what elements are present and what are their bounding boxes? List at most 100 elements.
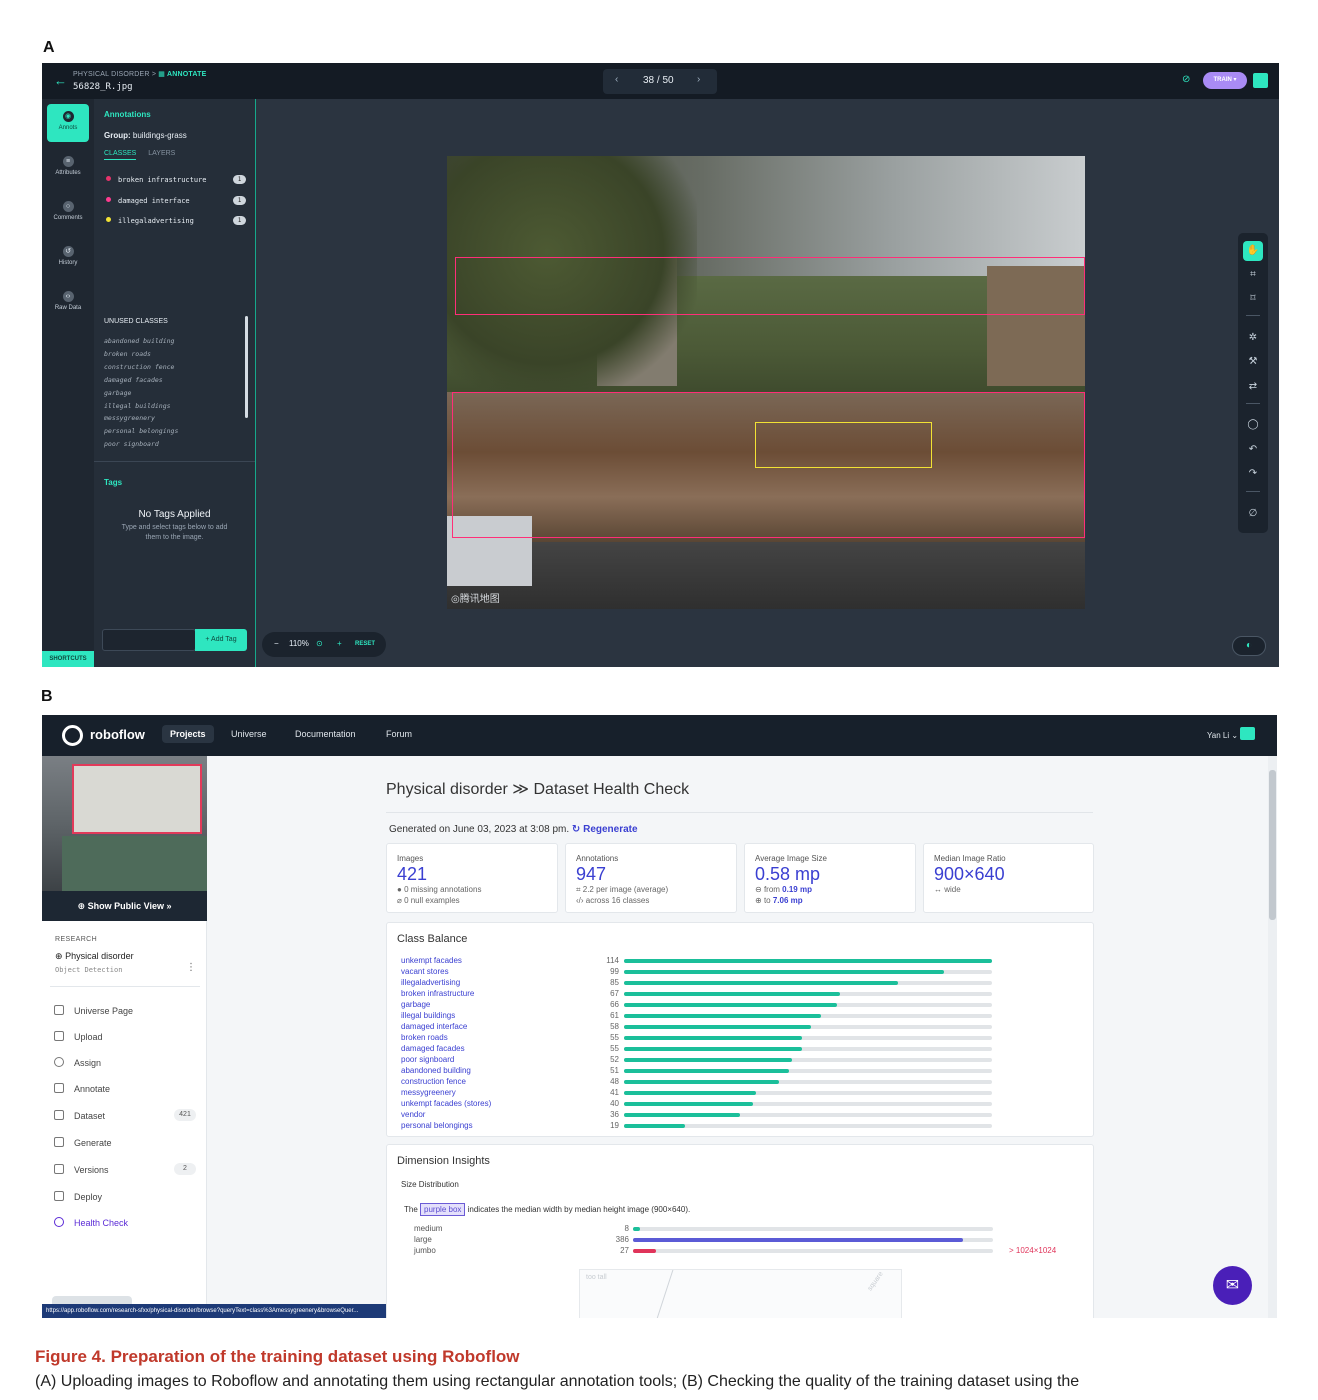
class-balance-label[interactable]: damaged facades — [401, 1044, 465, 1053]
class-color-dot — [106, 176, 111, 181]
show-public-view-button[interactable]: ⊕ Show Public View » — [42, 891, 207, 921]
unused-class-item[interactable]: construction fence — [104, 361, 178, 374]
magic-wand-icon[interactable]: ⚒ — [1246, 355, 1260, 369]
class-balance-card: Class Balance unkempt facades 114 vacant s… — [386, 922, 1094, 1137]
class-balance-label[interactable]: garbage — [401, 1000, 430, 1009]
zoom-out-button[interactable]: − — [274, 639, 279, 648]
sidebar-item-assign[interactable]: Assign — [54, 1057, 196, 1068]
upgrade-tab[interactable] — [52, 1296, 132, 1304]
nav-comments[interactable]: ○ Comments — [42, 201, 94, 221]
nav-raw-data[interactable]: ‹› Raw Data — [42, 291, 94, 311]
dimension-scatter-plot[interactable]: too tall square — [579, 1269, 902, 1318]
class-balance-bar — [624, 1091, 756, 1095]
more-options-icon[interactable]: ⋮ — [186, 962, 196, 973]
regenerate-link[interactable]: ↻ Regenerate — [572, 824, 638, 835]
breadcrumb-project[interactable]: PHYSICAL DISORDER — [73, 71, 150, 78]
user-avatar[interactable] — [1253, 73, 1268, 88]
chevron-right-icon[interactable]: › — [697, 74, 700, 85]
sidebar-item-generate[interactable]: Generate — [54, 1137, 196, 1148]
class-balance-label[interactable]: broken roads — [401, 1033, 448, 1042]
polygon-tool-icon[interactable]: ⌑ — [1246, 292, 1260, 306]
annotation-image[interactable]: ◎腾讯地图 — [447, 156, 1085, 609]
comment-tool-icon[interactable]: ◯ — [1246, 418, 1260, 432]
repeat-previous-icon[interactable]: ⇄ — [1246, 380, 1260, 394]
add-tag-button[interactable]: + Add Tag — [195, 629, 247, 651]
class-balance-label[interactable]: illegaladvertising — [401, 978, 460, 987]
hand-tool-icon[interactable]: ✋ — [1243, 241, 1263, 261]
nav-forum[interactable]: Forum — [386, 729, 412, 739]
class-balance-track — [624, 1014, 992, 1018]
stat-card-median-image-ratio: Median Image Ratio 900×640 ↔ wide — [923, 843, 1094, 913]
tab-classes[interactable]: CLASSES — [104, 150, 137, 160]
unused-class-item[interactable]: broken roads — [104, 348, 178, 361]
tag-input[interactable] — [102, 629, 196, 651]
size-category-count: 386 — [615, 1235, 629, 1244]
unused-class-item[interactable]: damaged facades — [104, 374, 178, 387]
dataset-icon — [54, 1110, 64, 1120]
smart-polygon-icon[interactable]: ✲ — [1246, 331, 1260, 345]
unused-class-item[interactable]: messygreenery — [104, 412, 178, 425]
class-item[interactable]: broken infrastructure 1 — [106, 175, 246, 184]
class-balance-label[interactable]: abandoned building — [401, 1066, 471, 1075]
unused-class-item[interactable]: garbage — [104, 387, 178, 400]
null-icon[interactable]: ∅ — [1246, 507, 1260, 521]
class-balance-label[interactable]: unkempt facades (stores) — [401, 1099, 491, 1108]
redo-icon[interactable]: ↷ — [1246, 467, 1260, 481]
class-balance-label[interactable]: illegal buildings — [401, 1011, 455, 1020]
train-button[interactable]: TRAIN ▾ — [1203, 72, 1247, 89]
back-arrow-icon[interactable]: ← — [54, 73, 67, 88]
class-balance-bar — [624, 1047, 802, 1051]
zoom-in-button[interactable]: + — [337, 639, 342, 648]
shortcuts-button[interactable]: SHORTCUTS — [42, 651, 94, 667]
visibility-toggle-icon[interactable]: ⊘ — [1182, 74, 1190, 85]
page-scrollbar[interactable] — [1268, 756, 1277, 1318]
class-balance-label[interactable]: vendor — [401, 1110, 425, 1119]
class-balance-label[interactable]: construction fence — [401, 1077, 466, 1086]
tab-layers[interactable]: LAYERS — [148, 150, 175, 157]
sidebar-item-annotate[interactable]: Annotate — [54, 1083, 196, 1094]
user-avatar[interactable] — [1240, 727, 1255, 740]
theme-toggle-icon[interactable]: ◐ — [1232, 636, 1266, 656]
size-category-label: medium — [414, 1224, 443, 1233]
nav-annots[interactable]: ◉ Annots — [47, 104, 89, 142]
undo-icon[interactable]: ↶ — [1246, 443, 1260, 457]
bbox-illegaladvertising[interactable] — [755, 422, 932, 468]
class-balance-label[interactable]: vacant stores — [401, 967, 449, 976]
sidebar-item-versions[interactable]: Versions 2 — [54, 1163, 196, 1175]
unused-classes-scrollbar[interactable] — [245, 316, 248, 418]
chevron-left-icon[interactable]: ‹ — [615, 74, 618, 85]
lock-icon[interactable]: ⊙ — [316, 639, 323, 648]
class-balance-label[interactable]: damaged interface — [401, 1022, 467, 1031]
class-balance-bar — [624, 1069, 789, 1073]
class-item[interactable]: illegaladvertising 1 — [106, 216, 246, 225]
class-balance-label[interactable]: poor signboard — [401, 1055, 454, 1064]
project-name[interactable]: ⊕ Physical disorder — [55, 951, 134, 962]
sidebar-item-upload[interactable]: Upload — [54, 1031, 196, 1042]
sidebar-item-dataset[interactable]: Dataset 421 — [54, 1109, 196, 1121]
nav-attributes[interactable]: ≡ Attributes — [42, 156, 94, 176]
nav-universe[interactable]: Universe — [231, 729, 267, 739]
sidebar-item-health-check[interactable]: Health Check — [54, 1217, 196, 1228]
unused-class-item[interactable]: personal belongings — [104, 425, 178, 438]
unused-class-item[interactable]: poor signboard — [104, 438, 178, 451]
unused-class-item[interactable]: abandoned building — [104, 335, 178, 348]
class-balance-label[interactable]: broken infrastructure — [401, 989, 474, 998]
roboflow-brand[interactable]: roboflow — [90, 727, 145, 742]
class-item[interactable]: damaged interface 1 — [106, 196, 246, 205]
class-balance-label[interactable]: unkempt facades — [401, 956, 462, 965]
nav-projects[interactable]: Projects — [162, 725, 214, 743]
class-balance-label[interactable]: personal belongings — [401, 1121, 473, 1130]
unused-class-item[interactable]: illegal buildings — [104, 400, 178, 413]
user-menu[interactable]: Yan Li ⌄ — [1207, 731, 1238, 740]
nav-history[interactable]: ↺ History — [42, 246, 94, 266]
class-balance-label[interactable]: messygreenery — [401, 1088, 456, 1097]
bounding-box-tool-icon[interactable]: ⌗ — [1246, 268, 1260, 282]
breadcrumb: PHYSICAL DISORDER > ▦ ANNOTATE — [73, 71, 207, 78]
nav-documentation[interactable]: Documentation — [295, 729, 356, 739]
size-category-label: jumbo — [414, 1246, 436, 1255]
bbox-broken-infrastructure[interactable] — [455, 257, 1085, 315]
zoom-reset-button[interactable]: RESET — [355, 641, 375, 647]
chat-bubble-icon[interactable]: ✉ — [1213, 1266, 1252, 1305]
sidebar-item-universe-page[interactable]: Universe Page — [54, 1005, 196, 1016]
sidebar-item-deploy[interactable]: Deploy — [54, 1191, 196, 1202]
